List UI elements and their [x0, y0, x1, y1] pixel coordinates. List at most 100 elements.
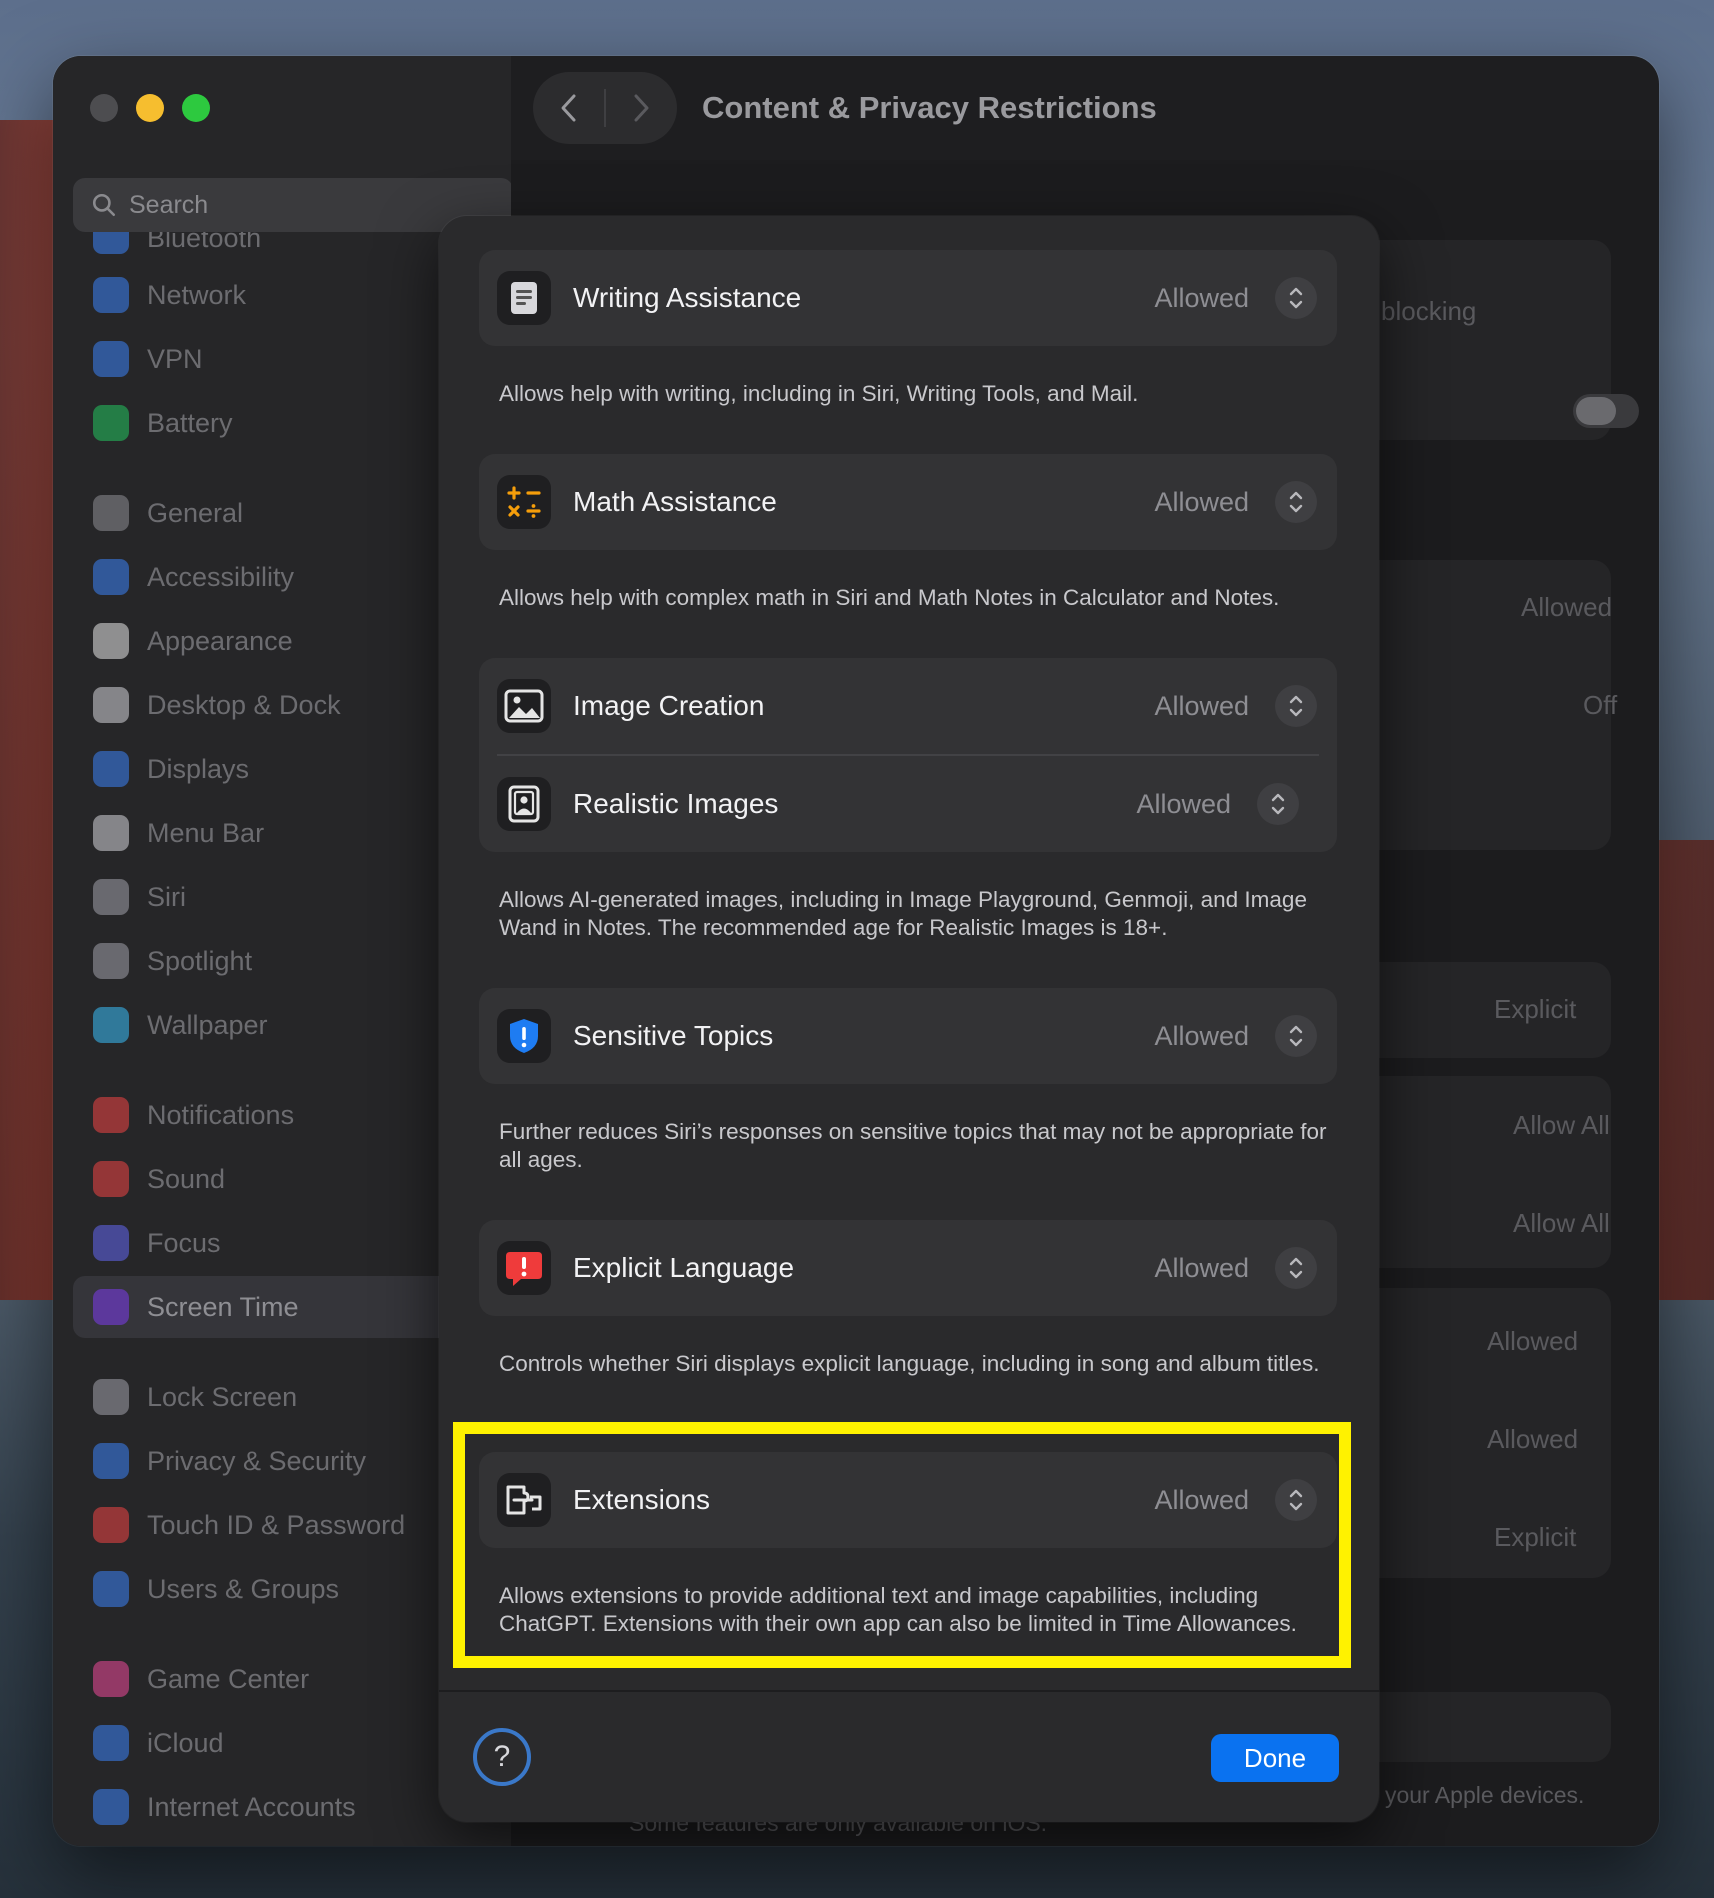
game-center-icon	[93, 1661, 129, 1697]
background-toggle[interactable]	[1573, 394, 1639, 428]
popup-stepper-icon[interactable]	[1257, 783, 1299, 825]
sidebar-item-label: Appearance	[147, 625, 293, 656]
sidebar-item-label: Game Center	[147, 1663, 310, 1694]
restriction-label: Explicit Language	[573, 1252, 795, 1283]
background-value: Allow All	[1513, 1208, 1610, 1238]
sidebar-item-label: iCloud	[147, 1727, 224, 1758]
done-button[interactable]: Done	[1211, 1734, 1339, 1782]
popup-stepper-icon[interactable]	[1275, 1247, 1317, 1289]
restriction-row-explicit-language: Explicit Language Allowed	[479, 1220, 1337, 1316]
popup-stepper-icon[interactable]	[1275, 277, 1317, 319]
menubar-icon	[93, 815, 129, 851]
popup-stepper-icon[interactable]	[1275, 1479, 1317, 1521]
restriction-description: Controls whether Siri displays explicit …	[499, 1351, 1320, 1376]
restriction-value[interactable]: Allowed	[1154, 1021, 1249, 1052]
sidebar-item-label: Accessibility	[147, 561, 295, 592]
search-placeholder: Search	[129, 190, 209, 219]
fingerprint-icon	[93, 1507, 129, 1543]
sidebar-item-label: Lock Screen	[147, 1381, 298, 1412]
window-title: Content & Privacy Restrictions	[702, 90, 1157, 125]
restriction-row-sensitive-topics: Sensitive Topics Allowed	[479, 988, 1337, 1084]
math-icon	[497, 475, 551, 529]
popup-stepper-icon[interactable]	[1275, 1015, 1317, 1057]
background-value: Explicit	[1494, 994, 1577, 1024]
explicit-icon	[497, 1241, 551, 1295]
sidebar-item-label: Focus	[147, 1227, 221, 1258]
restriction-row-math-assistance: Math Assistance Allowed	[479, 454, 1337, 550]
settings-window: Bluetooth Search Network VPN Battery Genera…	[53, 56, 1659, 1846]
spotlight-icon	[93, 943, 129, 979]
sidebar-item-label: Menu Bar	[147, 817, 265, 848]
restriction-value[interactable]: Allowed	[1154, 487, 1249, 518]
photo-icon	[497, 679, 551, 733]
sidebar-item-label: Wallpaper	[147, 1009, 268, 1040]
restriction-card: Math Assistance Allowed	[479, 454, 1337, 550]
restriction-value[interactable]: Allowed	[1154, 1485, 1249, 1516]
chevron-right-icon	[634, 94, 649, 122]
sidebar-item-label: Users & Groups	[147, 1573, 340, 1604]
background-value: Allowed	[1487, 1424, 1579, 1454]
hand-icon	[93, 1443, 129, 1479]
restriction-row-writing-assistance: Writing Assistance Allowed	[479, 250, 1337, 346]
restriction-description: Allows extensions to provide additional …	[499, 1583, 1297, 1636]
background-value: Allow All	[1513, 1110, 1610, 1140]
cloud-icon	[93, 1725, 129, 1761]
background-bridge-left	[0, 120, 60, 1320]
restriction-label: Sensitive Topics	[573, 1020, 774, 1051]
battery-icon	[93, 405, 129, 441]
restriction-value[interactable]: Allowed	[1154, 691, 1249, 722]
hourglass-icon	[93, 1289, 129, 1325]
sidebar-item-label: Battery	[147, 407, 233, 438]
sun-icon	[93, 751, 129, 787]
background-value: Allowed	[1521, 592, 1613, 622]
popup-stepper-icon[interactable]	[1275, 685, 1317, 727]
accessibility-icon	[93, 559, 129, 595]
wallpaper-icon	[93, 1007, 129, 1043]
restriction-row-extensions: Extensions Allowed	[479, 1452, 1337, 1548]
users-icon	[93, 1571, 129, 1607]
appearance-icon	[93, 623, 129, 659]
close-window-button[interactable]	[90, 94, 118, 122]
maximize-window-button[interactable]	[182, 94, 210, 122]
restriction-card: Sensitive Topics Allowed	[479, 988, 1337, 1084]
restriction-label: Realistic Images	[573, 788, 779, 819]
sidebar-item-label: Sound	[147, 1163, 226, 1194]
background-value: Explicit	[1494, 1522, 1577, 1552]
restriction-card: Writing Assistance Allowed	[479, 250, 1337, 346]
minimize-window-button[interactable]	[136, 94, 164, 122]
background-value: Allowed	[1487, 1326, 1579, 1356]
restriction-row-realistic-images: Realistic Images Allowed	[497, 754, 1319, 852]
help-button[interactable]: ?	[473, 1728, 531, 1786]
restriction-value[interactable]: Allowed	[1154, 1253, 1249, 1284]
restriction-description: Allows AI-generated images, including in…	[499, 887, 1307, 940]
restriction-value[interactable]: Allowed	[1154, 283, 1249, 314]
sidebar-item-label: Spotlight	[147, 945, 253, 976]
restriction-card: Image Creation Allowed Realistic Images All…	[479, 658, 1337, 852]
globe-icon	[93, 277, 129, 313]
speaker-icon	[93, 1161, 129, 1197]
bell-icon	[93, 1097, 129, 1133]
restriction-label: Math Assistance	[573, 486, 777, 517]
siri-icon	[93, 879, 129, 915]
sidebar-item-label: Siri	[147, 881, 186, 912]
dock-icon	[93, 687, 129, 723]
restriction-card: Explicit Language Allowed	[479, 1220, 1337, 1316]
restriction-value[interactable]: Allowed	[1136, 789, 1231, 820]
back-button[interactable]	[533, 72, 604, 144]
history-navigation	[533, 72, 677, 144]
restriction-card: Extensions Allowed	[479, 1452, 1337, 1548]
restriction-description: Allows help with complex math in Siri an…	[499, 585, 1280, 610]
background-blocking-text: blocking	[1381, 296, 1477, 326]
sidebar-item-label: Internet Accounts	[147, 1791, 356, 1822]
sidebar-item-label: Network	[147, 279, 247, 310]
sheet-footer-divider	[439, 1690, 1379, 1692]
sidebar-item-label: Desktop & Dock	[147, 689, 341, 720]
restriction-description: Further reduces Siri’s responses on sens…	[499, 1119, 1327, 1172]
sidebar-item-label: Touch ID & Password	[147, 1509, 406, 1540]
lock-icon	[93, 1379, 129, 1415]
sidebar-item-label: Screen Time	[147, 1291, 299, 1322]
popup-stepper-icon[interactable]	[1275, 481, 1317, 523]
search-icon	[92, 193, 116, 217]
restriction-label: Writing Assistance	[573, 282, 802, 313]
forward-button[interactable]	[606, 72, 677, 144]
